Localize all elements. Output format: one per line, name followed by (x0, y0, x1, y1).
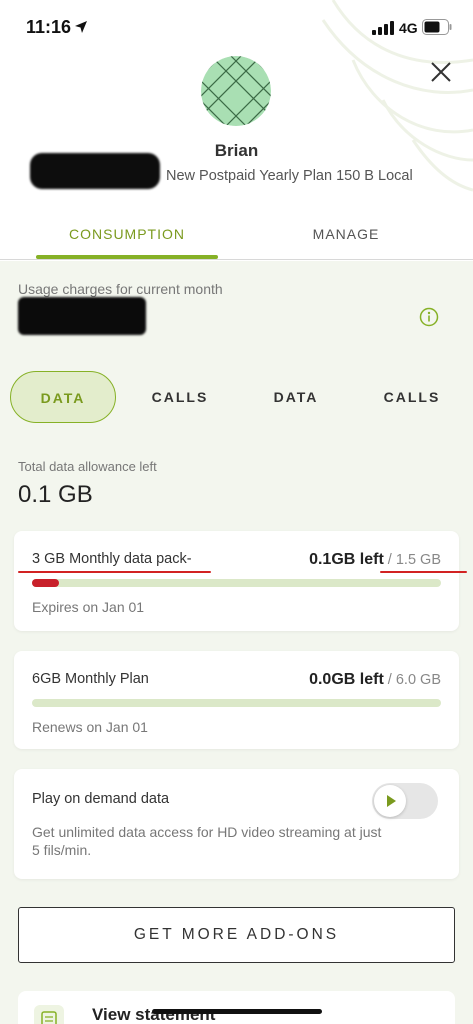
pack-total: / 6.0 GB (387, 672, 441, 688)
data-plan-card[interactable]: 6GB Monthly Plan 0.0GB left / 6.0 GB Ren… (14, 651, 459, 749)
filter-data-2[interactable]: DATA (250, 371, 342, 423)
usage-bar (32, 699, 441, 707)
pack-remaining: 0.1GB left / 1.5 GB (309, 551, 441, 569)
tab-consumption[interactable]: CONSUMPTION (36, 226, 218, 242)
get-more-addons-button[interactable]: GET MORE ADD-ONS (18, 907, 455, 963)
redacted-usage-amount (18, 297, 146, 335)
home-indicator (152, 1009, 322, 1014)
on-demand-title: Play on demand data (32, 791, 170, 807)
statement-icon (34, 1005, 64, 1024)
pack-name: 6GB Monthly Plan (32, 671, 149, 687)
on-demand-card: Play on demand data Get unlimited data a… (14, 769, 459, 879)
usage-bar-fill (32, 579, 60, 587)
avatar (201, 56, 271, 126)
location-arrow-icon (75, 21, 87, 33)
active-tab-indicator (36, 255, 218, 259)
annotation-underline (18, 571, 211, 573)
usage-charges-label: Usage charges for current month (18, 281, 223, 297)
usage-type-filter: DATA CALLS DATA CALLS (0, 371, 473, 423)
pack-remaining: 0.0GB left / 6.0 GB (309, 671, 441, 689)
on-demand-toggle[interactable] (372, 783, 438, 819)
pack-renewal: Renews on Jan 01 (32, 719, 148, 735)
redacted-phone-number (30, 153, 160, 189)
pack-left-value: 0.0GB left (309, 671, 384, 688)
tab-manage[interactable]: MANAGE (266, 226, 426, 242)
close-icon[interactable] (429, 60, 453, 84)
annotation-underline (380, 571, 467, 573)
view-statement-label: View statement (92, 1005, 216, 1024)
consumption-panel: Usage charges for current month DATA CAL… (0, 261, 473, 1024)
filter-data[interactable]: DATA (10, 371, 116, 423)
plan-name: New Postpaid Yearly Plan 150 B Local (166, 168, 413, 184)
view-statement-item[interactable]: View statement (18, 991, 455, 1024)
on-demand-description: Get unlimited data access for HD video s… (32, 824, 382, 858)
play-icon (387, 795, 396, 807)
allowance-label: Total data allowance left (18, 459, 157, 474)
toggle-knob (374, 785, 406, 817)
pack-left-value: 0.1GB left (309, 551, 384, 568)
pack-name: 3 GB Monthly data pack- (32, 551, 192, 567)
allowance-value: 0.1 GB (18, 481, 93, 508)
data-pack-card[interactable]: 3 GB Monthly data pack- 0.1GB left / 1.5… (14, 531, 467, 631)
tab-bar: CONSUMPTION MANAGE (0, 200, 473, 260)
pack-total: / 1.5 GB (387, 552, 441, 568)
usage-bar (32, 579, 441, 587)
filter-calls[interactable]: CALLS (130, 371, 230, 423)
pack-expiry: Expires on Jan 01 (32, 599, 145, 615)
filter-calls-2[interactable]: CALLS (364, 371, 460, 423)
info-icon[interactable] (419, 307, 439, 327)
status-time: 11:16 (26, 17, 72, 37)
